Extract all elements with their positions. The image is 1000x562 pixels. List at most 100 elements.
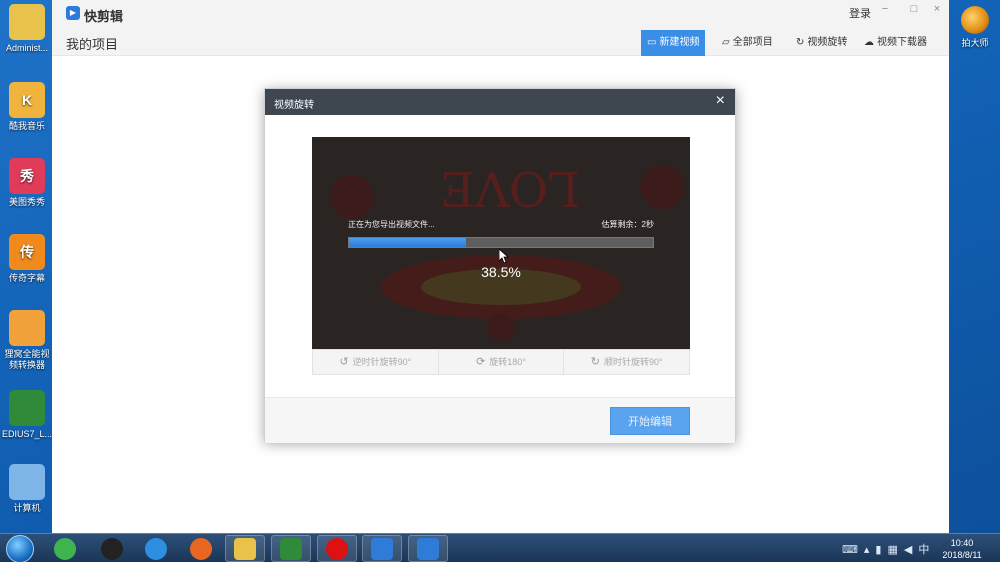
refresh-app-icon bbox=[417, 537, 439, 560]
app-logo-icon: ▶ bbox=[66, 6, 80, 20]
video-camera-icon: ▭ bbox=[647, 37, 657, 48]
taskbar-app-qq[interactable] bbox=[92, 535, 132, 562]
taskbar: ⌨▴▮▦◀中 10:40 2018/8/11 bbox=[0, 533, 1000, 562]
desktop-app-icon bbox=[9, 464, 45, 500]
desktop-app-icon bbox=[9, 4, 45, 40]
rotate-ccw-icon: ↺ bbox=[339, 356, 349, 368]
taskbar-app-firefox[interactable] bbox=[181, 535, 221, 562]
dialog-title: 视频旋转 bbox=[274, 100, 314, 111]
all-projects-button[interactable]: ▱ 全部项目 bbox=[716, 30, 779, 56]
folder-icon: ▱ bbox=[722, 37, 730, 48]
export-progress-bar bbox=[348, 237, 654, 248]
export-status-text: 正在为您导出视频文件... bbox=[348, 220, 435, 229]
media-player-icon bbox=[145, 537, 167, 560]
new-video-label: 新建视频 bbox=[659, 37, 700, 48]
volume-icon[interactable]: ◀ bbox=[904, 544, 918, 556]
clock-date: 2018/8/11 bbox=[942, 550, 982, 560]
desktop-icon[interactable]: 狸窝全能视频转换器 bbox=[2, 310, 52, 371]
desktop-app-icon bbox=[9, 390, 45, 426]
desktop-icon-label: 酷我音乐 bbox=[8, 121, 45, 131]
desktop-icon-label: Administ... bbox=[5, 43, 48, 53]
taskbar-app-recorder[interactable] bbox=[317, 535, 357, 562]
qq-icon bbox=[101, 537, 123, 560]
desktop-app-icon: 秀 bbox=[9, 158, 45, 194]
desktop-icon-label: 计算机 bbox=[13, 503, 41, 513]
rotate-ccw-button[interactable]: ↺ 逆时针旋转90° bbox=[313, 350, 439, 374]
start-button[interactable] bbox=[6, 535, 34, 562]
desktop-icon[interactable]: 传传奇字幕 bbox=[2, 234, 52, 284]
new-video-button[interactable]: ▭ 新建视频 bbox=[641, 30, 706, 56]
desktop-icon-label: 拍大师 bbox=[961, 38, 989, 48]
maximize-button[interactable]: □ bbox=[907, 3, 921, 15]
desktop-icon-label: 传奇字幕 bbox=[8, 273, 45, 283]
app-name: 快剪辑 bbox=[84, 9, 124, 24]
flag-icon[interactable]: ▴ bbox=[864, 544, 876, 556]
taskbar-app-edius[interactable] bbox=[271, 535, 311, 562]
eta-text: 估算剩余：2秒 bbox=[601, 220, 654, 229]
taskbar-app-refresh-app[interactable] bbox=[408, 535, 448, 562]
toolbar: 我的项目 ▭ 新建视频 ▱ 全部项目 ↻ 视频旋转 ☁ 视频下载器 bbox=[52, 26, 949, 56]
all-projects-label: 全部项目 bbox=[732, 37, 773, 48]
taskbar-app-media-player[interactable] bbox=[136, 535, 176, 562]
cloud-download-icon: ☁ bbox=[864, 37, 874, 48]
baidu-watermark: Bai 经验 jingyan.baidu.com bbox=[760, 462, 950, 522]
desktop-icon[interactable]: 秀美图秀秀 bbox=[2, 158, 52, 208]
mouse-cursor-icon bbox=[499, 249, 509, 264]
progress-percent: 38.5% bbox=[481, 264, 521, 280]
dialog-footer: 开始编辑 bbox=[265, 397, 735, 443]
rotate-video-button[interactable]: ↻ 视频旋转 bbox=[790, 30, 853, 56]
taskbar-app-360-browser[interactable] bbox=[45, 535, 85, 562]
rotate-ccw-label: 逆时针旋转90° bbox=[352, 357, 412, 367]
rotate-cw-label: 顺时针旋转90° bbox=[603, 357, 663, 367]
rotate-cw-icon: ↻ bbox=[590, 356, 600, 368]
login-link[interactable]: 登录 bbox=[849, 5, 871, 21]
desktop-icon-label: 美图秀秀 bbox=[8, 197, 45, 207]
desktop-icon-label: EDIUS7_L... bbox=[2, 429, 53, 439]
taskbar-app-kuaijianji[interactable] bbox=[362, 535, 402, 562]
rotate-180-icon: ⟳ bbox=[476, 356, 486, 368]
rotate-cw-button[interactable]: ↻ 顺时针旋转90° bbox=[564, 350, 689, 374]
explorer-icon bbox=[234, 537, 256, 560]
keyboard-icon[interactable]: ⌨ bbox=[842, 544, 864, 556]
desktop-app-icon: 传 bbox=[9, 234, 45, 270]
paidashi-icon bbox=[961, 6, 989, 34]
watermark-url: jingyan.baidu.com bbox=[800, 508, 889, 520]
close-window-button[interactable]: × bbox=[930, 3, 944, 15]
kuaijianji-icon bbox=[371, 537, 393, 560]
desktop-icon[interactable]: Administ... bbox=[2, 4, 52, 54]
desktop-app-icon bbox=[9, 310, 45, 346]
minimize-button[interactable]: − bbox=[878, 3, 892, 15]
watermark-brand: Bai bbox=[766, 474, 816, 507]
battery-icon[interactable]: ▮ bbox=[875, 544, 887, 556]
rotate-options-bar: ↺ 逆时针旋转90° ⟳ 旋转180° ↻ 顺时针旋转90° bbox=[312, 349, 690, 375]
progress-fill bbox=[349, 238, 467, 247]
360-browser-icon bbox=[54, 537, 76, 560]
rotate-icon: ↻ bbox=[796, 37, 805, 48]
rotate-180-button[interactable]: ⟳ 旋转180° bbox=[439, 350, 565, 374]
clock-time: 10:40 bbox=[950, 538, 974, 548]
rotate-180-label: 旋转180° bbox=[489, 357, 526, 367]
edius-icon bbox=[280, 537, 302, 560]
desktop-icon[interactable]: 计算机 bbox=[2, 464, 52, 514]
desktop-icon-paidashi[interactable]: 拍大师 bbox=[950, 4, 1000, 56]
firefox-icon bbox=[190, 537, 212, 560]
ime-icon[interactable]: 中 bbox=[918, 544, 935, 556]
desktop-icon[interactable]: K 酷我音乐 bbox=[2, 82, 52, 132]
desktop-icon[interactable]: EDIUS7_L... bbox=[2, 390, 52, 440]
start-edit-button[interactable]: 开始编辑 bbox=[610, 407, 690, 435]
network-icon[interactable]: ▦ bbox=[887, 544, 903, 556]
page-title: 我的项目 bbox=[66, 37, 119, 52]
dialog-close-button[interactable]: × bbox=[716, 92, 725, 110]
system-tray: ⌨▴▮▦◀中 bbox=[842, 541, 935, 557]
download-video-label: 视频下载器 bbox=[877, 37, 927, 48]
svg-text:LOVE: LOVE bbox=[440, 160, 580, 216]
download-video-button[interactable]: ☁ 视频下载器 bbox=[858, 30, 933, 56]
desktop-app-icon: K bbox=[9, 82, 45, 118]
recorder-icon bbox=[326, 537, 348, 560]
rotate-dialog: 视频旋转 × LOVE 正在为您导出视频文件... 估算剩余：2秒 38.5% … bbox=[264, 88, 736, 443]
dialog-header: 视频旋转 × bbox=[265, 89, 735, 115]
taskbar-app-explorer[interactable] bbox=[225, 535, 265, 562]
title-bar: ▶ 快剪辑 登录 − □ × bbox=[52, 0, 949, 26]
clock[interactable]: 10:40 2018/8/11 bbox=[934, 537, 990, 561]
rotate-video-label: 视频旋转 bbox=[807, 37, 848, 48]
